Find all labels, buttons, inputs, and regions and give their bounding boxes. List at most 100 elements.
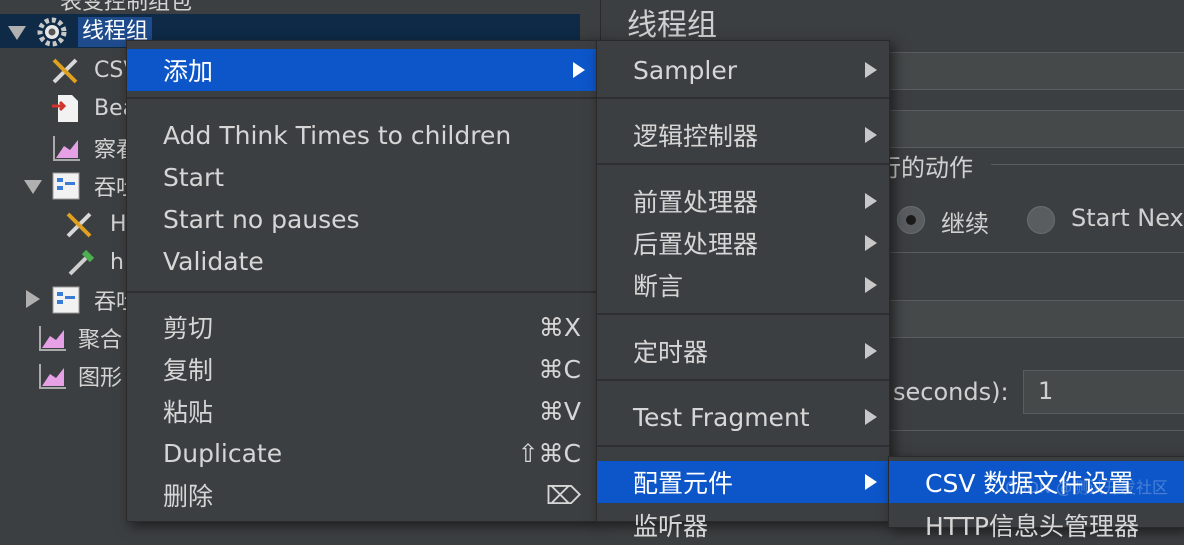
- menu-item-assertion[interactable]: 断言: [597, 265, 889, 305]
- menu-item-label: Validate: [163, 246, 264, 276]
- pipette-icon: [68, 249, 95, 276]
- document-arrow-icon: [52, 95, 78, 122]
- name-field[interactable]: [871, 52, 1184, 90]
- tree-item-label: 图形: [78, 366, 123, 391]
- shortcut-label: ⌘C: [538, 354, 581, 384]
- menu-separator: [127, 291, 597, 293]
- radio-continue[interactable]: [897, 206, 925, 234]
- ramp-up-field[interactable]: 1: [1023, 370, 1184, 414]
- menu-item-label: 删除: [163, 482, 214, 511]
- shortcut-label: ⌘V: [538, 396, 581, 426]
- submenu-arrow-icon: [865, 193, 877, 209]
- submenu-arrow-icon: [865, 277, 877, 293]
- menu-item-validate[interactable]: Validate: [127, 241, 597, 281]
- menu-item-label: 剪切: [163, 314, 214, 343]
- menu-separator: [597, 313, 889, 315]
- menu-item-add[interactable]: 添加: [127, 49, 597, 91]
- radio-start-next-label: Start Nex: [1071, 204, 1184, 232]
- controller-icon: [52, 286, 80, 314]
- submenu-arrow-icon: [573, 62, 585, 78]
- submenu-arrow-icon: [865, 127, 877, 143]
- menu-item-label: Add Think Times to children: [163, 120, 512, 150]
- menu-item-post-processor[interactable]: 后置处理器: [597, 223, 889, 263]
- shortcut-label: ⌦: [545, 480, 581, 510]
- collapse-arrow-icon[interactable]: [24, 180, 42, 194]
- menu-item-copy[interactable]: 复制 ⌘C: [127, 349, 597, 389]
- controller-icon: [52, 172, 80, 200]
- menu-item-test-fragment[interactable]: Test Fragment: [597, 397, 889, 437]
- ramp-up-label: seconds):: [893, 378, 1009, 406]
- menu-item-label: 后置处理器: [633, 230, 759, 259]
- menu-item-label: Start no pauses: [163, 204, 360, 234]
- menu-item-start[interactable]: Start: [127, 157, 597, 197]
- menu-item-label: 监听器: [633, 512, 709, 541]
- submenu-arrow-icon: [865, 235, 877, 251]
- watermark: CSDN @测试开发社区: [1005, 478, 1168, 497]
- context-menu: 添加 Add Think Times to children Start Sta…: [126, 40, 598, 522]
- menu-item-label: 逻辑控制器: [633, 122, 759, 151]
- menu-item-label: Duplicate: [163, 438, 283, 468]
- add-submenu: Sampler 逻辑控制器 前置处理器 后置处理器 断言 定时器 Test Fr…: [596, 40, 890, 541]
- menu-item-label: 前置处理器: [633, 188, 759, 217]
- menu-item-label: 定时器: [633, 338, 709, 367]
- tree-item-label: h: [110, 249, 124, 275]
- menu-item-label: Sampler: [633, 55, 738, 85]
- tree-item-aggregate[interactable]: 聚合: [78, 320, 122, 356]
- menu-item-paste[interactable]: 粘贴 ⌘V: [127, 391, 597, 431]
- menu-separator: [127, 97, 597, 99]
- menu-item-duplicate[interactable]: Duplicate ⇧⌘C: [127, 433, 597, 473]
- graph-icon: [39, 364, 66, 389]
- tree-item-h[interactable]: H: [110, 206, 127, 242]
- wrench-scissors-icon: [66, 212, 92, 238]
- section-divider: [991, 164, 1184, 165]
- wrench-scissors-icon: [52, 58, 78, 84]
- menu-item-label: Start: [163, 162, 225, 192]
- collapse-arrow-icon[interactable]: [8, 26, 26, 40]
- shortcut-label: ⌘X: [538, 312, 581, 342]
- menu-item-label: HTTP信息头管理器: [925, 512, 1139, 541]
- tree-item-graph[interactable]: 图形: [78, 358, 122, 394]
- menu-item-listener[interactable]: 监听器: [597, 505, 889, 545]
- expand-arrow-icon[interactable]: [26, 290, 40, 308]
- menu-item-pre-processor[interactable]: 前置处理器: [597, 181, 889, 221]
- menu-item-start-no-pauses[interactable]: Start no pauses: [127, 199, 597, 239]
- menu-separator: [597, 445, 889, 447]
- submenu-arrow-icon: [865, 474, 877, 490]
- shortcut-label: ⇧⌘C: [517, 438, 581, 468]
- menu-separator: [597, 163, 889, 165]
- section-divider: [871, 252, 1184, 253]
- menu-item-timer[interactable]: 定时器: [597, 331, 889, 371]
- menu-separator: [597, 379, 889, 381]
- menu-item-label: 添加: [163, 57, 214, 86]
- submenu-arrow-icon: [865, 343, 877, 359]
- tree-item-http[interactable]: h: [110, 244, 124, 280]
- page-title: 线程组: [627, 8, 717, 43]
- threads-field[interactable]: [871, 300, 1184, 338]
- graph-icon: [39, 326, 66, 351]
- submenu-arrow-icon: [865, 409, 877, 425]
- menu-item-sampler[interactable]: Sampler: [597, 49, 889, 91]
- radio-continue-label: 继续: [941, 210, 989, 238]
- graph-icon: [53, 136, 80, 161]
- section-divider: [871, 430, 1184, 431]
- menu-item-config-element[interactable]: 配置元件: [597, 461, 889, 503]
- menu-item-label: 粘贴: [163, 398, 214, 427]
- submenu-arrow-icon: [865, 62, 877, 78]
- comments-field[interactable]: [871, 110, 1184, 148]
- menu-item-delete[interactable]: 删除 ⌦: [127, 475, 597, 515]
- tree-item-label: 聚合: [78, 328, 123, 353]
- menu-item-label: 断言: [633, 272, 684, 301]
- menu-item-label: 配置元件: [633, 469, 734, 498]
- tree-item-label: H: [110, 211, 127, 237]
- action-section-label: 行的动作: [877, 154, 973, 182]
- menu-item-add-think-times[interactable]: Add Think Times to children: [127, 115, 597, 155]
- menu-item-label: Test Fragment: [633, 402, 810, 432]
- menu-item-cut[interactable]: 剪切 ⌘X: [127, 307, 597, 347]
- menu-item-http-header[interactable]: HTTP信息头管理器: [889, 505, 1184, 545]
- radio-start-next[interactable]: [1027, 206, 1055, 234]
- menu-item-logic-controller[interactable]: 逻辑控制器: [597, 115, 889, 155]
- gear-icon: [37, 17, 67, 47]
- menu-item-label: 复制: [163, 356, 214, 385]
- ramp-up-value: 1: [1038, 377, 1054, 405]
- menu-separator: [597, 97, 889, 99]
